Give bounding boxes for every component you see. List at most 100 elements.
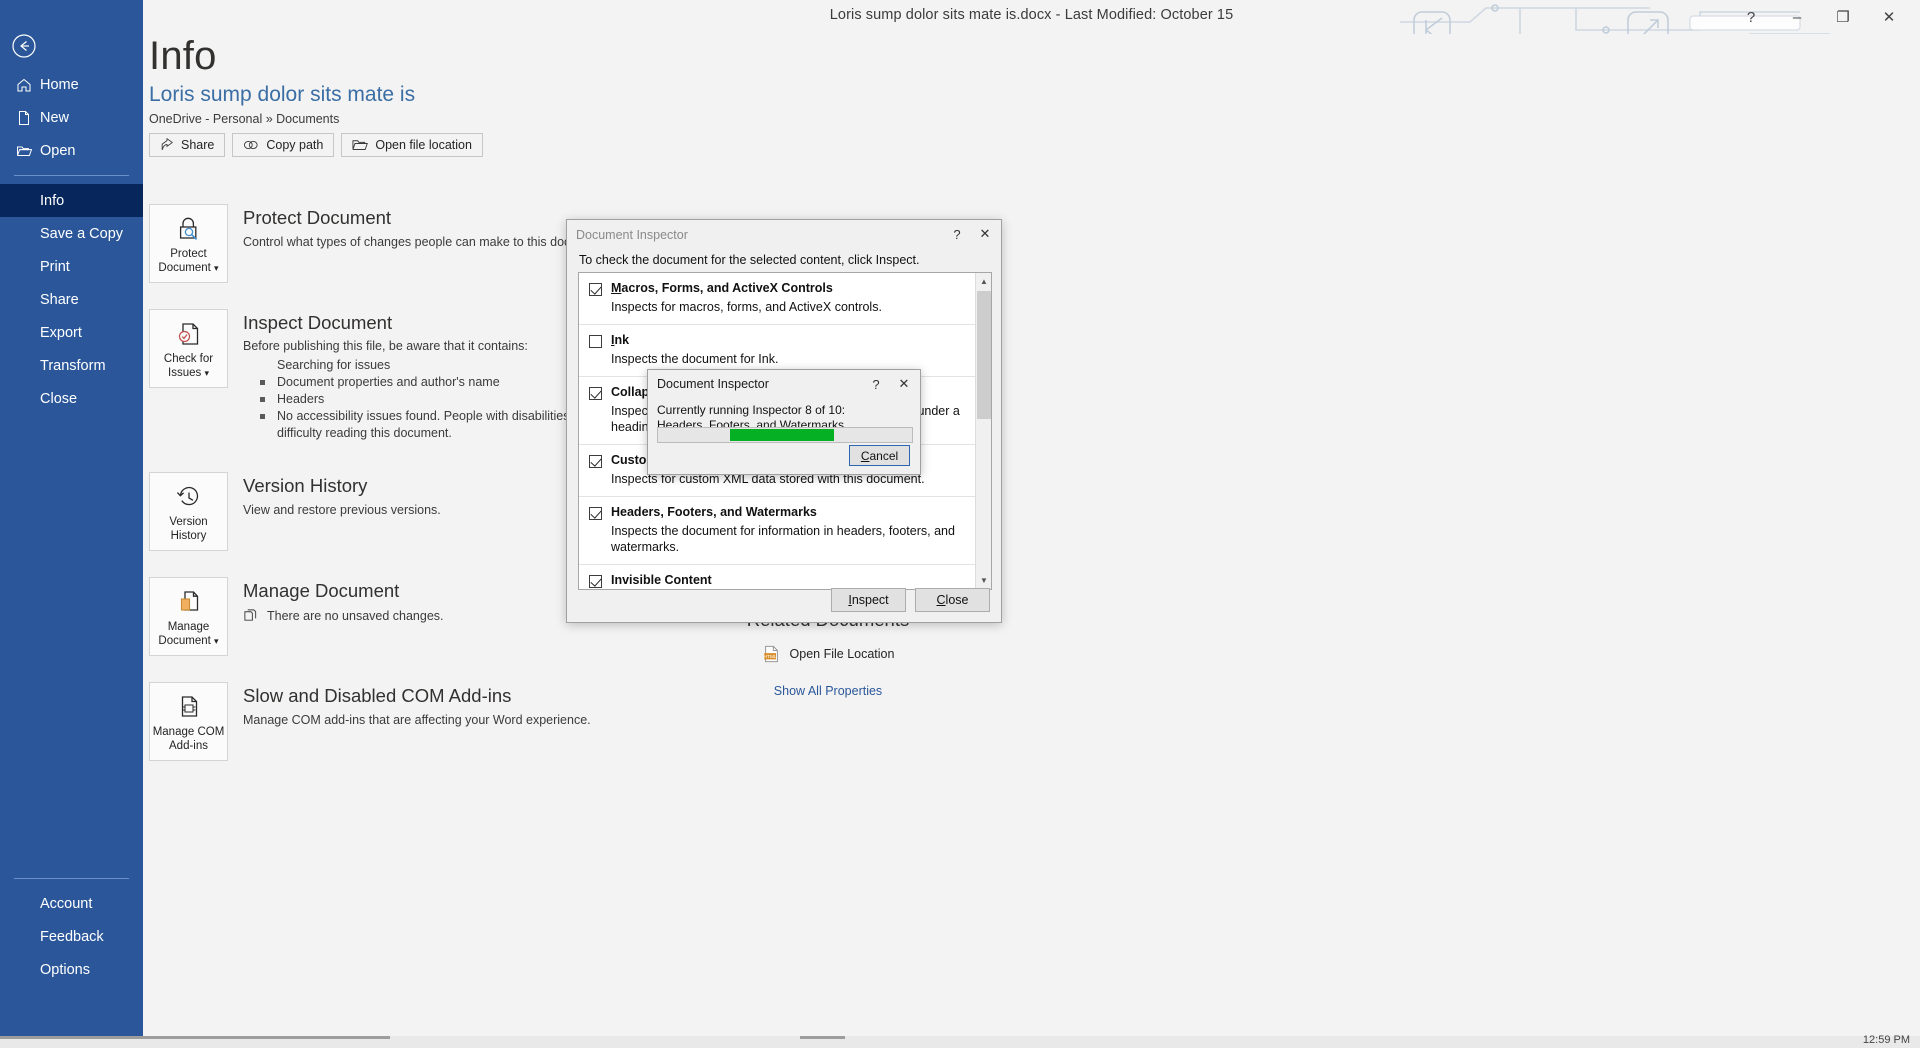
inspector-item-headers-footers-watermarks[interactable]: Headers, Footers, and Watermarks Inspect… <box>579 497 975 565</box>
inspector-checkbox-ink[interactable] <box>589 335 602 348</box>
inspector-item-desc: Inspects the document for information in… <box>611 524 955 554</box>
quick-actions: Share Copy path Open file location <box>149 133 483 157</box>
share-button-label: Share <box>181 138 215 152</box>
backstage-content: Info Loris sump dolor sits mate is OneDr… <box>143 34 1920 1048</box>
taskbar-window-group[interactable] <box>0 1036 390 1039</box>
sidebar-item-label: Open <box>40 142 76 159</box>
sidebar-item-account[interactable]: Account <box>0 887 143 920</box>
back-button[interactable] <box>10 32 38 60</box>
home-icon <box>16 77 40 93</box>
card-subtext: View and restore previous versions. <box>243 503 441 517</box>
document-title: Loris sump dolor sits mate is <box>149 83 416 106</box>
progress-cancel-button[interactable]: Cancel <box>849 445 910 466</box>
dialog-title-buttons: ? ✕ <box>943 222 999 246</box>
help-button[interactable]: ? <box>1728 1 1774 33</box>
sidebar-item-print[interactable]: Print <box>0 250 143 283</box>
unsaved-changes-text: There are no unsaved changes. <box>267 609 444 623</box>
open-file-location-link[interactable]: HTML Open File Location <box>663 645 993 663</box>
folder-open-icon <box>352 140 369 150</box>
protect-document-tile[interactable]: Protect Document ▾ <box>149 204 228 283</box>
sidebar-item-options[interactable]: Options <box>0 953 143 986</box>
open-file-location-button[interactable]: Open file location <box>341 133 483 157</box>
inspector-list-scrollbar[interactable]: ▲ ▼ <box>975 273 991 589</box>
sidebar-item-open[interactable]: Open <box>0 134 143 167</box>
com-addins-icon <box>174 692 204 722</box>
card-heading: Slow and Disabled COM Add-ins <box>243 685 512 706</box>
minimize-button[interactable]: – <box>1774 1 1820 33</box>
inspector-item-macros[interactable]: Macros, Forms, and ActiveX Controls Insp… <box>579 273 975 325</box>
show-all-properties-link[interactable]: Show All Properties <box>663 684 993 698</box>
history-clock-icon <box>174 482 204 512</box>
sidebar-item-save-a-copy[interactable]: Save a Copy <box>0 217 143 250</box>
sidebar-item-info[interactable]: Info <box>0 184 143 217</box>
version-history-tile[interactable]: Version History <box>149 472 228 551</box>
inspector-checkbox-custom-xml-data[interactable] <box>589 455 602 468</box>
protect-document-tile-label: Protect Document ▾ <box>158 248 219 274</box>
card-body: Slow and Disabled COM Add-ins Manage COM… <box>243 682 591 761</box>
version-history-tile-label: Version History <box>169 516 208 542</box>
copy-path-button-label: Copy path <box>266 138 324 152</box>
inspector-checkbox-invisible-content[interactable] <box>589 575 602 588</box>
scrollbar-thumb[interactable] <box>977 291 991 419</box>
nav-primary-list: Home New Open Info Save a Copy Print Sha… <box>0 68 143 415</box>
taskbar-clock[interactable]: 12:59 PM <box>1863 1034 1910 1046</box>
dialog-close-footer-button[interactable]: Close <box>915 588 990 612</box>
dialog-help-button[interactable]: ? <box>943 222 971 246</box>
sidebar-item-new[interactable]: New <box>0 101 143 134</box>
sidebar-item-label: Home <box>40 76 79 93</box>
share-button[interactable]: Share <box>149 133 226 157</box>
scroll-down-arrow-icon[interactable]: ▼ <box>976 572 991 589</box>
close-button[interactable]: ✕ <box>1866 1 1912 33</box>
manage-com-addins-tile-label: Manage COM Add-ins <box>152 726 225 752</box>
html-file-icon: HTML <box>763 645 778 663</box>
sidebar-item-export[interactable]: Export <box>0 316 143 349</box>
manage-com-addins-tile[interactable]: Manage COM Add-ins <box>149 682 228 761</box>
window-titlebar: Loris sump dolor sits mate is.docx - Las… <box>143 0 1920 58</box>
sidebar-item-feedback[interactable]: Feedback <box>0 920 143 953</box>
sidebar-item-home[interactable]: Home <box>0 68 143 101</box>
sidebar-item-label: Feedback <box>40 928 104 945</box>
copy-path-button[interactable]: Copy path <box>232 133 335 157</box>
document-path: OneDrive - Personal » Documents <box>149 112 340 126</box>
restore-button[interactable]: ❐ <box>1820 1 1866 33</box>
inspector-item-name: Invisible Content <box>611 573 712 587</box>
inspector-progress-dialog: Document Inspector ? ✕ Currently running… <box>647 369 921 475</box>
progress-dialog-title-buttons: ? ✕ <box>862 372 918 396</box>
inspector-item-desc: Inspects for macros, forms, and ActiveX … <box>611 300 882 314</box>
sidebar-item-label: Export <box>40 324 82 341</box>
card-heading: Protect Document <box>243 207 392 228</box>
manage-document-tile[interactable]: Manage Document ▾ <box>149 577 228 656</box>
document-check-icon <box>174 319 204 349</box>
progress-close-button[interactable]: ✕ <box>890 372 918 396</box>
unsaved-changes-note: There are no unsaved changes. <box>243 608 444 625</box>
card-heading: Version History <box>243 475 368 496</box>
inspector-item-name: Macros, Forms, and ActiveX Controls <box>611 281 833 295</box>
check-for-issues-tile[interactable]: Check for Issues ▾ <box>149 309 228 388</box>
inspector-checkbox-collapsed-headings[interactable] <box>589 387 602 400</box>
window-title: Loris sump dolor sits mate is.docx - Las… <box>829 7 1234 23</box>
sidebar-item-transform[interactable]: Transform <box>0 349 143 382</box>
sidebar-item-close[interactable]: Close <box>0 382 143 415</box>
inspector-item-invisible-content[interactable]: Invisible Content Inspects the document … <box>579 565 975 589</box>
sidebar-item-label: Info <box>40 192 65 209</box>
sidebar-item-share[interactable]: Share <box>0 283 143 316</box>
inspector-checkbox-headers-footers-watermarks[interactable] <box>589 507 602 520</box>
progress-help-button[interactable]: ? <box>862 372 890 396</box>
scroll-up-arrow-icon[interactable]: ▲ <box>976 273 991 290</box>
sidebar-item-label: New <box>40 109 70 126</box>
window-controls: ? – ❐ ✕ <box>1728 0 1912 34</box>
sidebar-item-label: Print <box>40 258 70 275</box>
sidebar-item-label: Transform <box>40 357 106 374</box>
dialog-close-button[interactable]: ✕ <box>971 222 999 246</box>
inspect-button[interactable]: Inspect <box>831 588 906 612</box>
sidebar-item-label: Share <box>40 291 79 308</box>
inspector-checkbox-macros[interactable] <box>589 283 602 296</box>
taskbar-window-item[interactable] <box>800 1036 845 1039</box>
new-document-icon <box>16 110 40 126</box>
inspector-item-name: Headers, Footers, and Watermarks <box>611 505 817 519</box>
open-folder-icon <box>16 143 40 159</box>
back-arrow-icon <box>12 34 36 58</box>
backstage-nav: Home New Open Info Save a Copy Print Sha… <box>0 0 143 1048</box>
manage-document-icon <box>174 587 204 617</box>
nav-secondary-list: Account Feedback Options <box>0 870 143 986</box>
